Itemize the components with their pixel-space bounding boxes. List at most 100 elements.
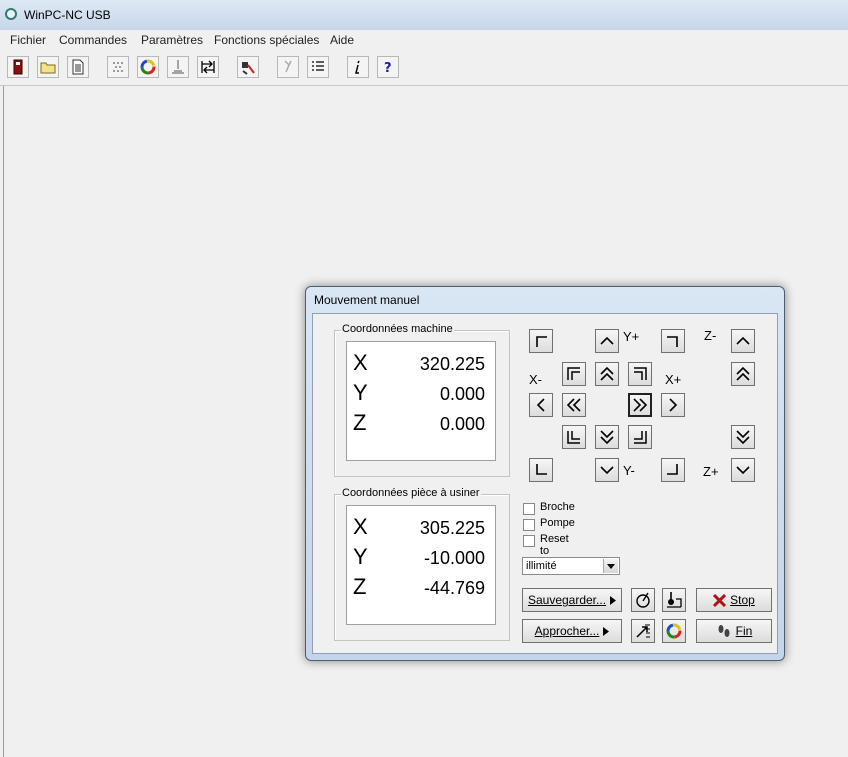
machine-y-row: Y 0.000 [347,380,497,410]
menu-commandes[interactable]: Commandes [59,33,127,47]
open-button[interactable] [37,56,59,78]
stop-button[interactable]: Stop [696,588,772,612]
corner-top-left-icon [536,336,547,347]
corner-top-right-icon [667,336,678,347]
machine-x-value: 320.225 [419,354,485,374]
jog-fast-corner-bottom-right-button[interactable] [628,425,652,449]
machine-coordinates-label: Coordonnées machine [341,323,454,335]
double-corner-top-left-icon [567,367,580,380]
info-icon [355,60,360,74]
stop-x-icon [713,593,727,607]
menu-parametres[interactable]: Paramètres [141,33,203,47]
jog-fast-z-minus-button[interactable] [731,362,755,386]
stop-button-label: Stop [730,593,755,607]
reset-endless-checkbox[interactable] [523,535,535,547]
approach-button-label: Approcher... [534,624,600,638]
jog-fast-corner-top-left-button[interactable] [562,362,586,386]
double-chevron-right-icon [633,398,648,412]
help-button[interactable]: ? [377,56,399,78]
end-button-label: Fin [735,624,753,638]
approach-button[interactable]: Approcher... [522,619,622,643]
spindle-checkbox-label: Broche [540,501,575,513]
tool-button[interactable] [167,56,189,78]
jog-z-plus-button[interactable] [731,458,755,482]
jog-corner-bottom-right-button[interactable] [661,458,685,482]
tool-change-icon [242,62,255,75]
jog-corner-top-left-button[interactable] [529,329,553,353]
info-button[interactable] [347,56,369,78]
color-wheel-icon [140,59,156,75]
workpiece-z-value: -44.769 [423,578,485,598]
axis-label: Y [353,380,368,405]
menu-aide[interactable]: Aide [330,33,354,47]
workpiece-coordinates-group: Coordonnées pièce à usiner X 305.225 Y -… [334,487,510,641]
end-button[interactable]: Fin [696,619,772,643]
chevron-right-icon [669,398,678,412]
pump-checkbox[interactable] [523,519,535,531]
axis-label: X [353,514,368,539]
triangle-right-icon [610,595,617,605]
jog-z-minus-button[interactable] [731,329,755,353]
title-bar: WinPC-NC USB [0,0,848,31]
x-plus-label: X+ [665,372,682,387]
pump-checkbox-label: Pompe [540,517,575,529]
jog-fast-y-plus-button[interactable] [595,362,619,386]
color-wheel-dialog-button[interactable] [662,619,686,643]
jog-fast-x-minus-button[interactable] [562,393,586,417]
workpiece-coordinates-label: Coordonnées pièce à usiner [341,487,481,499]
chevron-up-icon [736,336,750,345]
menu-fichier[interactable]: Fichier [10,33,46,47]
jog-fast-z-plus-button[interactable] [731,425,755,449]
grid-button[interactable] [107,56,129,78]
dialog-title: Mouvement manuel [314,293,420,307]
go-to-position-button[interactable] [631,619,655,643]
double-corner-bottom-left-icon [567,431,580,444]
machine-coordinates-panel: X 320.225 Y 0.000 Z 0.000 [346,341,496,461]
jog-fast-y-minus-button[interactable] [595,425,619,449]
workpiece-z-row: Z -44.769 [347,574,497,604]
chevron-up-icon [600,336,614,345]
jog-y-minus-button[interactable] [595,458,619,482]
measure-button[interactable] [631,588,655,612]
tool-change-button[interactable] [237,56,259,78]
corner-bottom-left-icon [536,464,547,475]
color-wheel-button[interactable] [137,56,159,78]
workpiece-coordinates-panel: X 305.225 Y -10.000 Z -44.769 [346,505,496,625]
step-select[interactable]: illimité [522,557,620,575]
double-chevron-up-icon [600,366,614,381]
help-icon: ? [384,61,392,75]
machine-x-row: X 320.225 [347,350,497,380]
dropdown-arrow-icon[interactable] [603,559,618,573]
menu-fonctions-speciales[interactable]: Fonctions spéciales [214,33,319,47]
toolbar: ? [0,51,848,86]
pen-button[interactable] [277,56,299,78]
step-select-value: illimité [526,560,557,572]
list-button[interactable] [307,56,329,78]
color-wheel-icon [666,623,682,639]
jog-fast-corner-bottom-left-button[interactable] [562,425,586,449]
grid-icon [113,62,123,72]
save-button[interactable]: Sauvegarder... [522,588,622,612]
spindle-checkbox[interactable] [523,503,535,515]
double-corner-bottom-right-icon [634,431,647,444]
corner-bottom-right-icon [667,464,678,475]
document-button[interactable] [67,56,89,78]
jog-x-plus-button[interactable] [661,393,685,417]
jog-fast-x-plus-button[interactable] [628,393,652,417]
jog-x-minus-button[interactable] [529,393,553,417]
workspace-border [3,86,4,757]
jog-corner-bottom-left-button[interactable] [529,458,553,482]
jog-y-plus-button[interactable] [595,329,619,353]
footprints-icon [718,625,730,637]
dialog-body: Coordonnées machine X 320.225 Y 0.000 Z … [312,313,778,654]
open-folder-icon [40,62,56,74]
jog-fast-corner-top-right-button[interactable] [628,362,652,386]
save-button-label: Sauvegarder... [527,593,607,607]
tool-length-button[interactable] [662,588,686,612]
svg-text:?: ? [384,61,392,75]
workpiece-y-row: Y -10.000 [347,544,497,574]
exit-button[interactable] [7,56,29,78]
workpiece-x-value: 305.225 [419,518,485,538]
jog-corner-top-right-button[interactable] [661,329,685,353]
reference-button[interactable] [197,56,219,78]
